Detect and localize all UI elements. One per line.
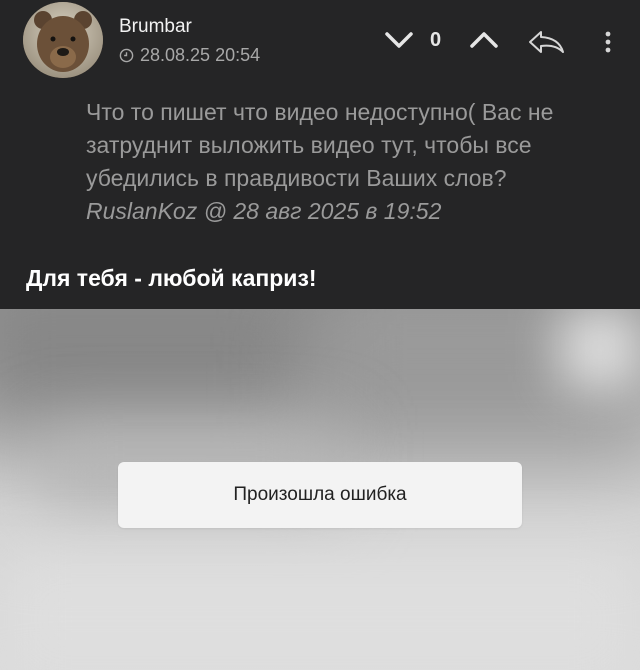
quote-text: Что то пишет что видео недоступно( Вас н… bbox=[86, 99, 554, 191]
author-name[interactable]: Brumbar bbox=[119, 16, 192, 38]
more-options-button[interactable] bbox=[598, 26, 618, 58]
quote-citation[interactable]: RuslanKoz @ 28 авг 2025 в 19:52 bbox=[86, 195, 621, 228]
vertical-dots-icon bbox=[605, 31, 611, 53]
post-date: 28.08.25 20:54 bbox=[140, 45, 261, 65]
quoted-message: Что то пишет что видео недоступно( Вас н… bbox=[86, 96, 621, 228]
comment-header: Brumbar 28.08.25 20:54 0 bbox=[0, 0, 640, 90]
video-error-message: Произошла ошибка bbox=[118, 462, 522, 528]
upvote-button[interactable] bbox=[467, 26, 501, 54]
clock-icon bbox=[119, 48, 134, 63]
video-blur-layer bbox=[0, 309, 320, 439]
video-blur-layer bbox=[560, 309, 640, 389]
video-player[interactable]: Произошла ошибка bbox=[0, 309, 640, 670]
comment-body: Для тебя - любой каприз! bbox=[26, 265, 317, 291]
downvote-button[interactable] bbox=[382, 26, 416, 54]
bear-avatar-icon bbox=[23, 2, 103, 78]
reply-button[interactable] bbox=[525, 26, 567, 58]
vote-count: 0 bbox=[430, 29, 442, 51]
chevron-up-icon bbox=[470, 32, 498, 48]
video-blur-layer bbox=[0, 549, 640, 670]
comment-post: Brumbar 28.08.25 20:54 0 Что то пишет чт… bbox=[0, 0, 640, 670]
chevron-down-icon bbox=[385, 32, 413, 48]
post-meta: 28.08.25 20:54 bbox=[119, 45, 260, 66]
reply-arrow-icon bbox=[529, 31, 564, 53]
user-avatar[interactable] bbox=[23, 2, 103, 78]
